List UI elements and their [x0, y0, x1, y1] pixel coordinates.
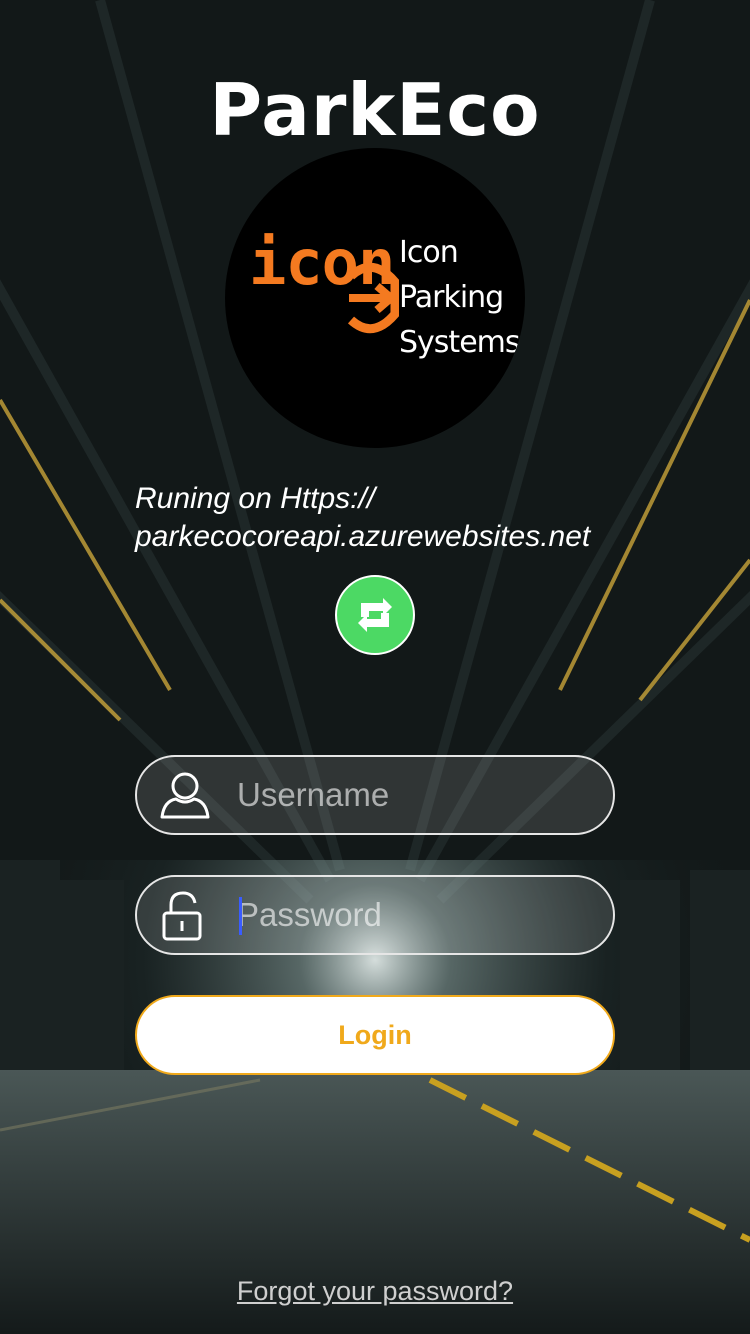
forgot-password-link[interactable]: Forgot your password?	[0, 1276, 750, 1307]
password-field[interactable]	[135, 875, 615, 955]
refresh-icon	[358, 598, 392, 632]
company-logo: icon Icon Parking Systems	[225, 148, 525, 448]
app-title: ParkEco	[209, 68, 541, 152]
user-icon	[160, 772, 210, 819]
server-url-text: Runing on Https:// parkecocoreapi.azurew…	[135, 482, 591, 553]
text-cursor	[239, 897, 242, 935]
username-field[interactable]	[135, 755, 615, 835]
lock-icon	[162, 891, 202, 941]
login-button[interactable]: Login	[135, 995, 615, 1075]
arrow-icon	[347, 262, 399, 334]
logo-company-name: Icon Parking Systems	[399, 235, 521, 360]
refresh-server-button[interactable]	[335, 575, 415, 655]
password-input[interactable]	[237, 877, 597, 953]
username-input[interactable]	[237, 757, 597, 833]
